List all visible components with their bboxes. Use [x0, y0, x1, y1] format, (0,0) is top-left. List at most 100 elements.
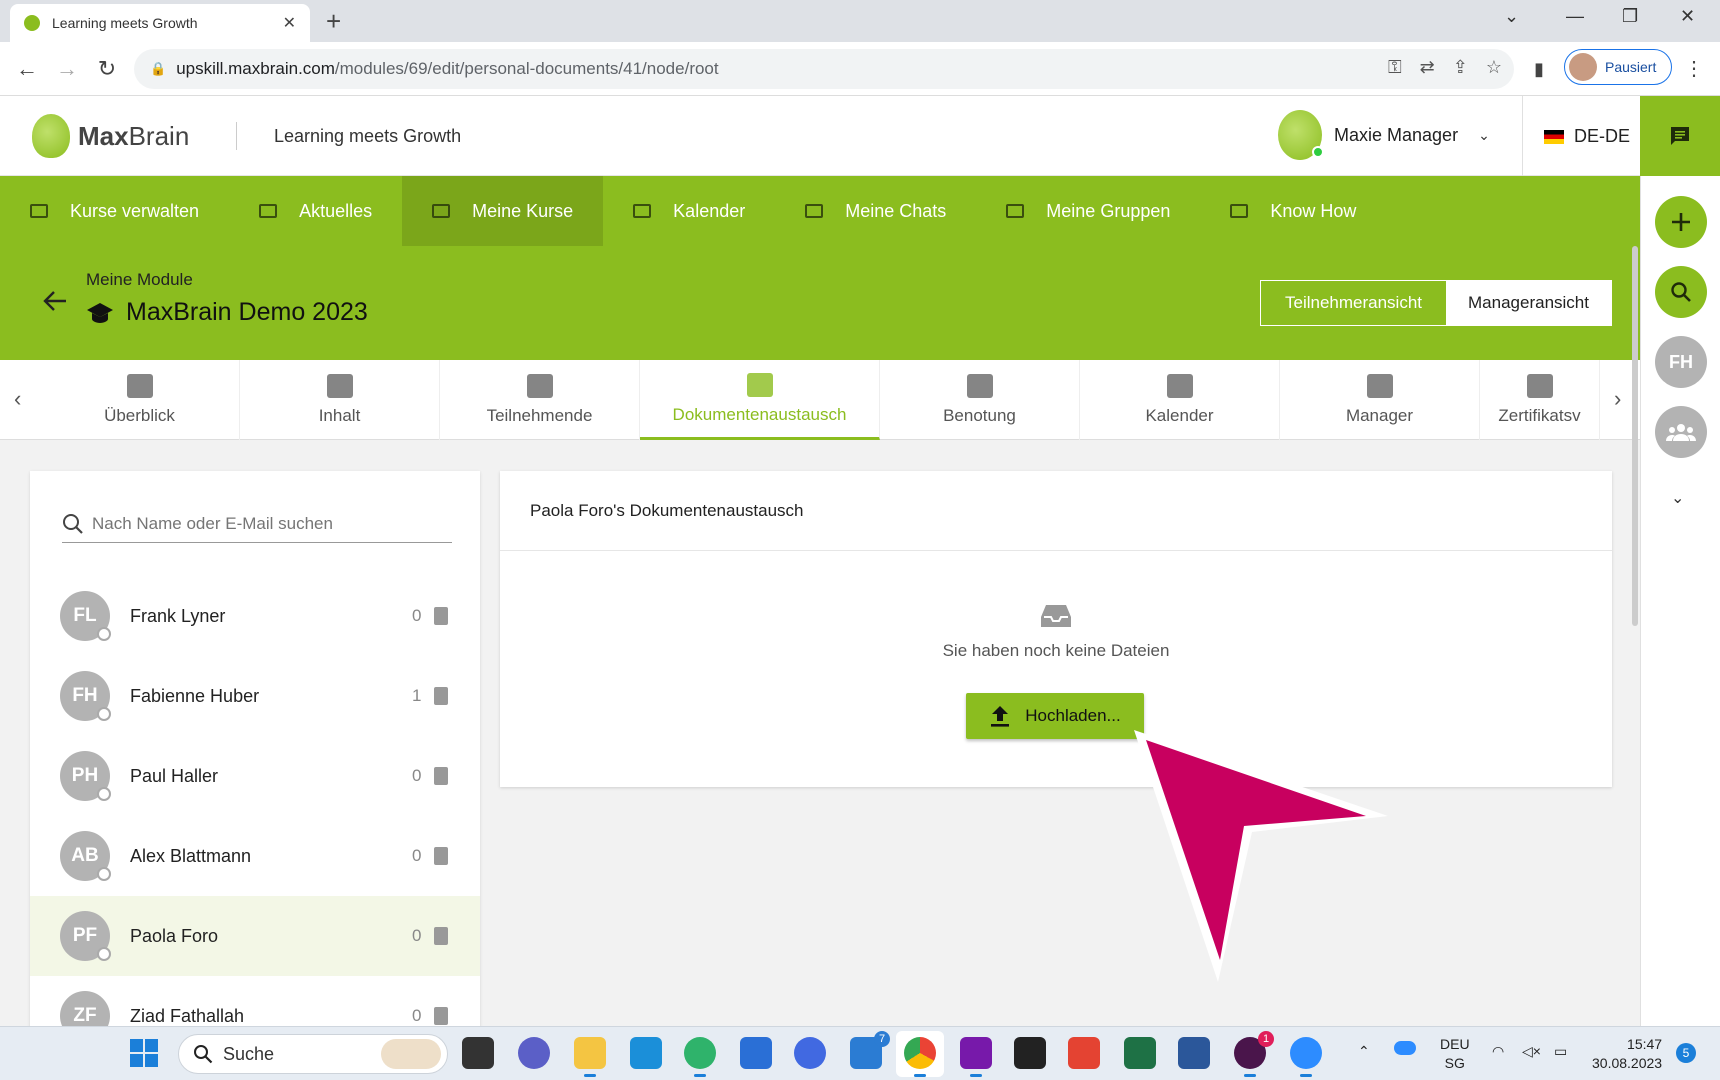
zoom-icon[interactable] [1290, 1037, 1322, 1077]
brain-logo-icon [32, 114, 70, 158]
tab-ueberblick[interactable]: Überblick [40, 360, 240, 440]
chevron-right-icon[interactable]: › [1614, 386, 1621, 412]
list-item[interactable]: FL Frank Lyner 0 [30, 576, 480, 656]
task-view-icon[interactable] [462, 1037, 494, 1069]
breadcrumb[interactable]: Meine Module [86, 270, 193, 290]
affinity-icon[interactable] [794, 1037, 826, 1069]
excel-icon[interactable] [1124, 1037, 1156, 1069]
list-item-selected[interactable]: PF Paola Foro 0 [30, 896, 480, 976]
reload-icon[interactable]: ↻ [92, 54, 122, 84]
add-button[interactable] [1655, 196, 1707, 248]
share-icon[interactable]: ⇪ [1453, 57, 1468, 78]
manager-view-button[interactable]: Manageransicht [1446, 281, 1611, 325]
list-item[interactable]: AB Alex Blattmann 0 [30, 816, 480, 896]
tray-chevron-up-icon[interactable]: ⌃ [1358, 1043, 1370, 1060]
language-selector[interactable]: DE-DE [1544, 126, 1630, 147]
participant-view-button[interactable]: Teilnehmeransicht [1261, 281, 1446, 325]
list-item[interactable]: FH Fabienne Huber 1 [30, 656, 480, 736]
course-manage-icon [30, 204, 48, 218]
restore-icon[interactable]: ❐ [1622, 6, 1638, 27]
back-arrow-icon[interactable]: ← [12, 54, 42, 84]
upload-button[interactable]: Hochladen... [966, 693, 1144, 739]
chevron-down-icon: ⌄ [1478, 126, 1490, 143]
notification-badge[interactable]: 5 [1676, 1043, 1696, 1063]
slack-icon[interactable]: 1 [1234, 1031, 1274, 1077]
battery-icon[interactable]: ▭ [1554, 1043, 1567, 1060]
nav-know-how[interactable]: Know How [1200, 176, 1386, 246]
teams-chat-icon[interactable] [518, 1037, 550, 1069]
app-header: MaxBrain Learning meets Growth Maxie Man… [0, 96, 1640, 176]
list-item[interactable]: PH Paul Haller 0 [30, 736, 480, 816]
search-icon [194, 1045, 213, 1064]
status-dot [97, 707, 111, 721]
word-icon[interactable] [1178, 1037, 1210, 1069]
document-count: 0 [412, 846, 422, 865]
status-dot [97, 947, 111, 961]
minimize-icon[interactable]: — [1566, 6, 1584, 27]
clock[interactable]: 15:47 30.08.2023 [1592, 1035, 1662, 1073]
document-icon [434, 847, 448, 865]
nav-meine-chats[interactable]: Meine Chats [775, 176, 976, 246]
keyboard-language[interactable]: DEU SG [1440, 1035, 1470, 1073]
status-dot [97, 787, 111, 801]
address-bar[interactable]: 🔒 upskill.maxbrain.com /modules/69/edit/… [134, 49, 1514, 89]
translate-icon[interactable]: ⇄ [1420, 57, 1435, 78]
star-icon[interactable]: ☆ [1486, 57, 1502, 78]
forward-arrow-icon[interactable]: → [52, 54, 82, 84]
new-tab-icon[interactable]: + [326, 6, 341, 36]
figma-icon[interactable] [1014, 1037, 1046, 1069]
participant-name: Paola Foro [130, 925, 219, 946]
user-avatar-button[interactable]: FH [1655, 336, 1707, 388]
key-icon[interactable]: ⚿ [1388, 57, 1402, 78]
search-input[interactable] [92, 513, 432, 534]
onenote-icon[interactable] [960, 1037, 992, 1077]
maxbrain-logo[interactable]: MaxBrain [32, 114, 189, 158]
speaker-muted-icon[interactable]: ◁× [1522, 1043, 1541, 1060]
avatar-initials: AB [71, 845, 99, 866]
nav-aktuelles[interactable]: Aktuelles [229, 176, 402, 246]
tab-teilnehmende[interactable]: Teilnehmende [440, 360, 640, 440]
taskbar-search[interactable]: Suche [178, 1034, 448, 1074]
tab-kalender[interactable]: Kalender [1080, 360, 1280, 440]
search-button[interactable] [1655, 266, 1707, 318]
upload-icon [991, 706, 1010, 727]
logo-text-bold: Max [78, 120, 129, 151]
tab-zertifikate[interactable]: Zertifikatsv [1480, 360, 1600, 440]
chrome-icon[interactable] [904, 1037, 936, 1077]
windows-start-icon[interactable] [130, 1039, 158, 1067]
tab-search-chevron-icon[interactable]: ⌄ [1504, 6, 1519, 27]
window-close-icon[interactable]: ✕ [1680, 6, 1695, 27]
nav-meine-kurse[interactable]: Meine Kurse [402, 176, 604, 246]
tab-inhalt[interactable]: Inhalt [240, 360, 440, 440]
tab-dokumentenaustausch[interactable]: Dokumentenaustausch [640, 360, 880, 440]
todo-icon[interactable]: 7 [850, 1031, 890, 1069]
nav-kalender[interactable]: Kalender [603, 176, 775, 246]
tab-manager[interactable]: Manager [1280, 360, 1480, 440]
todoist-icon[interactable] [1068, 1037, 1100, 1069]
tab-label: Zertifikatsv [1498, 406, 1581, 425]
chat-button[interactable] [1640, 96, 1720, 176]
avatar-initials: FL [73, 605, 97, 626]
browser-tab[interactable]: Learning meets Growth ✕ [10, 4, 310, 42]
chevron-down-icon[interactable]: ⌄ [1671, 488, 1684, 508]
chevron-left-icon[interactable]: ‹ [14, 386, 21, 412]
list-item[interactable]: ZF Ziad Fathallah 0 [30, 976, 480, 1031]
nav-kurse-verwalten[interactable]: Kurse verwalten [0, 176, 229, 246]
page-scrollbar[interactable] [1632, 246, 1638, 626]
onedrive-icon[interactable] [1394, 1041, 1416, 1055]
profile-button[interactable]: Pausiert [1564, 49, 1672, 85]
avatar-initials: ZF [73, 1005, 97, 1026]
browser-menu-icon[interactable]: ⋮ [1684, 56, 1704, 81]
groups-button[interactable] [1655, 406, 1707, 458]
side-panel-icon[interactable]: ▮ [1524, 54, 1554, 84]
tab-benotung[interactable]: Benotung [880, 360, 1080, 440]
file-explorer-icon[interactable] [574, 1037, 606, 1077]
wifi-icon[interactable]: ◠ [1492, 1043, 1504, 1060]
edge-icon[interactable] [684, 1037, 716, 1077]
tab-close-icon[interactable]: ✕ [283, 13, 296, 33]
nav-meine-gruppen[interactable]: Meine Gruppen [976, 176, 1200, 246]
user-menu[interactable]: Maxie Manager ⌄ [1278, 110, 1490, 160]
store-icon[interactable] [740, 1037, 772, 1069]
back-arrow-icon[interactable] [42, 290, 68, 312]
l-app-icon[interactable] [630, 1037, 662, 1069]
